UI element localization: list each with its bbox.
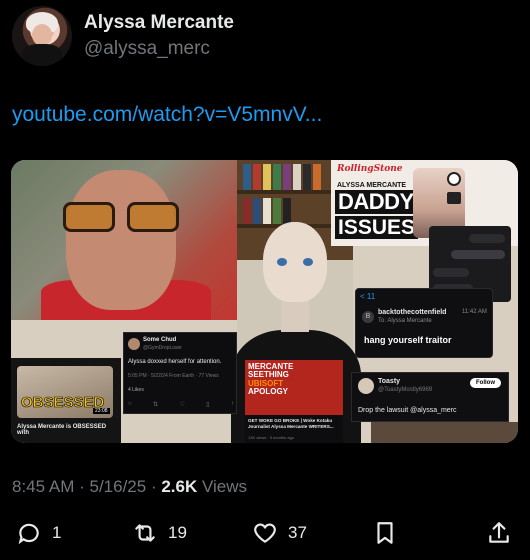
like-icon (254, 523, 276, 543)
repost-icon (135, 524, 155, 542)
video-views: 13K views · 3 months ago (248, 435, 295, 440)
thumbnail-text: OBSESSED (21, 394, 105, 412)
tile-reply-screenshot: Toasty @ToastyMostly6969 Follow Drop the… (351, 372, 509, 422)
share-button[interactable] (486, 518, 512, 548)
chat-bubble (469, 234, 505, 243)
share-icon (489, 522, 509, 543)
book (293, 164, 301, 190)
robot-eye (277, 258, 287, 266)
robot-eye (303, 258, 313, 266)
post-time: 8:45 AM (12, 477, 75, 496)
tweet-text: Alyssa doxxed herself for attention. (128, 359, 222, 365)
reply-count: 1 (52, 523, 62, 542)
tweet-meta: 5:05 PM · 5/22/24 From Earth · 77 Views (128, 373, 219, 379)
avatar[interactable] (12, 6, 72, 66)
menu-icon (447, 192, 461, 204)
book (313, 164, 321, 190)
tile-man-with-sunglasses (11, 160, 237, 320)
media-collage[interactable]: RollingStone ALYSSA MERCANTE DADDY ISSUE… (11, 160, 518, 443)
robot-neck (281, 300, 309, 332)
rolling-stone-headline-1: DADDY (335, 190, 417, 214)
share-icon: ↑ (230, 401, 234, 407)
sunglasses-icon (63, 202, 181, 232)
man-face (66, 170, 176, 310)
reply-handle: @ToastyMostly6969 (378, 387, 433, 393)
like-button[interactable]: 37 (252, 518, 307, 548)
book (283, 198, 291, 224)
book (243, 164, 251, 190)
separator: · (74, 477, 90, 496)
book (303, 164, 311, 190)
book (273, 164, 281, 190)
robot-head (263, 222, 327, 302)
chat-bubble (451, 250, 505, 259)
reply-icon: ○ (128, 401, 132, 407)
tile-youtube-video: MERCANTE SEETHING UBISOFT APOLOGY GET WO… (245, 360, 343, 443)
separator: · (146, 477, 162, 496)
post-timestamp[interactable]: 8:45 AM · 5/16/25 · 2.6K Views (12, 477, 247, 497)
reply-text: Drop the lawsuit @alyssa_merc (358, 407, 457, 414)
like-icon: ♡ (179, 402, 185, 408)
like-count: 37 (288, 523, 307, 542)
back-chevron-icon: < 11 (360, 292, 376, 301)
repost-icon: ⇅ (153, 402, 159, 408)
bookmark-icon: ▯ (206, 402, 210, 408)
thumbnail-title-line: APOLOGY (248, 387, 289, 397)
action-bar: 1 19 37 (0, 512, 530, 552)
tweet-author: Some Chud (143, 337, 177, 343)
dm-sender: backtothecottenfield (378, 309, 447, 316)
author-handle[interactable]: @alyssa_merc (84, 38, 210, 60)
post-date: 5/16/25 (89, 477, 147, 496)
views-label: Views (197, 477, 248, 496)
chat-bubble (433, 268, 469, 277)
post-link[interactable]: youtube.com/watch?v=V5mnvV... (12, 103, 322, 127)
tweet-handle: @GymDropLoser (143, 345, 182, 351)
reply-author: Toasty (378, 378, 401, 385)
clock-icon (447, 172, 461, 186)
robot-figure (257, 222, 333, 332)
tile-tweet-screenshot: Some Chud @GymDropLoser Alyssa doxxed he… (123, 332, 237, 414)
avatar-face (32, 24, 52, 46)
reply-button[interactable]: 1 (16, 518, 61, 548)
book (243, 198, 251, 224)
video-caption: GET WOKE GO BROKE | Woke Kotaku Journali… (248, 418, 334, 429)
dm-time: 11:42 AM (462, 309, 487, 315)
views-count: 2.6K (161, 477, 198, 496)
book (263, 198, 271, 224)
thumbnail-title: MERCANTE SEETHING UBISOFT APOLOGY (248, 362, 300, 397)
tweet-likes: 4 Likes (128, 387, 144, 393)
avatar-body (22, 44, 62, 66)
tile-wall-decor (371, 422, 518, 443)
follow-button: Follow (470, 378, 501, 388)
dm-recipient: To: Alyssa Mercante (378, 318, 432, 324)
author-display-name[interactable]: Alyssa Mercante (84, 12, 234, 34)
tweet-avatar (128, 338, 140, 350)
repost-button[interactable]: 19 (132, 518, 187, 548)
post-header: Alyssa Mercante @alyssa_merc (12, 6, 512, 68)
repost-count: 19 (168, 523, 187, 542)
bookmark-button[interactable] (372, 518, 398, 548)
tile-obsessed-video: OBSESSED 23:08 Alyssa Mercante is OBSESS… (11, 358, 121, 443)
rolling-stone-headline-2: ISSUES (335, 216, 419, 239)
video-duration: 23:08 (93, 408, 110, 414)
rolling-stone-name: ALYSSA MERCANTE (337, 182, 407, 189)
bookmark-icon (377, 522, 393, 544)
video-caption: Alyssa Mercante is OBSESSED with (17, 424, 107, 436)
tweet-action-icons: ○ ⇅ ♡ ▯ ↑ (128, 401, 234, 408)
book (273, 198, 281, 224)
rolling-stone-logo: RollingStone (337, 164, 403, 174)
book (253, 198, 261, 224)
tile-direct-message: < 11 B backtothecottenfield To: Alyssa M… (355, 288, 493, 358)
reply-avatar (358, 378, 374, 394)
dm-message: hang yourself traitor (364, 335, 452, 345)
book (253, 164, 261, 190)
book (283, 164, 291, 190)
dm-avatar: B (362, 311, 374, 323)
book (263, 164, 271, 190)
reply-icon (18, 523, 39, 545)
